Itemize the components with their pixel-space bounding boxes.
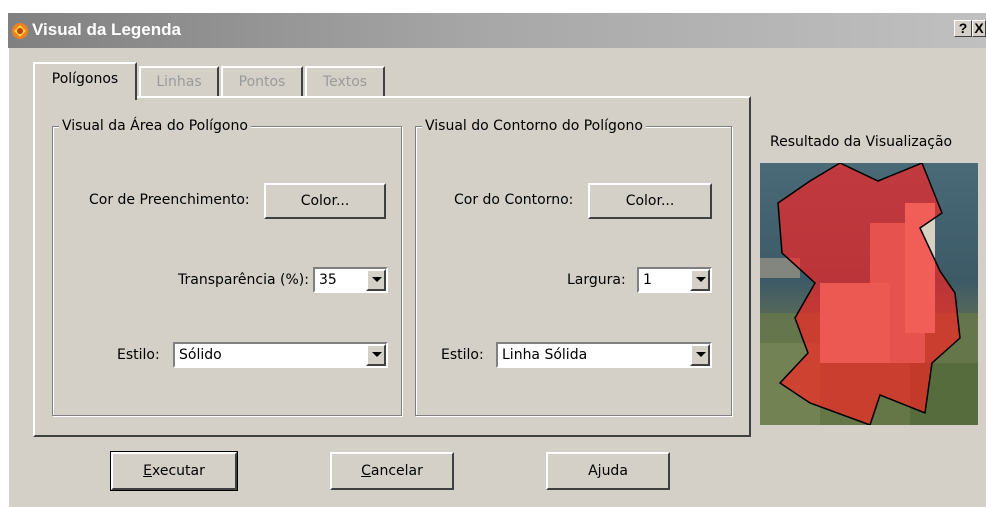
app-icon [12, 23, 28, 39]
transparency-select[interactable]: 35 [313, 267, 388, 293]
tab-pontos[interactable]: Pontos [221, 66, 303, 98]
area-group-title: Visual da Área do Polígono [59, 117, 251, 135]
width-label: Largura: [567, 272, 626, 288]
help-title-button[interactable]: ? [954, 20, 972, 37]
execute-button[interactable]: Executar [110, 451, 238, 491]
chevron-down-icon[interactable] [690, 269, 710, 291]
fill-color-label: Cor de Preenchimento: [89, 192, 250, 208]
outline-group-title: Visual do Contorno do Polígono [422, 117, 646, 135]
width-select[interactable]: 1 [637, 267, 712, 293]
title-bar[interactable]: Visual da Legenda [8, 13, 986, 48]
close-title-button[interactable]: X [972, 20, 986, 37]
preview-image [760, 163, 978, 425]
chevron-down-icon[interactable] [366, 269, 386, 291]
preview-label: Resultado da Visualização [770, 134, 953, 150]
chevron-down-icon[interactable] [366, 344, 386, 366]
width-value: 1 [643, 272, 652, 288]
tab-poligonos[interactable]: Polígonos [33, 62, 137, 100]
transparency-label: Transparência (%): [178, 272, 309, 288]
chevron-down-icon[interactable] [690, 344, 710, 366]
tab-label: Linhas [156, 74, 202, 90]
outline-style-select[interactable]: Linha Sólida [496, 342, 712, 368]
transparency-value: 35 [319, 272, 337, 288]
area-style-select[interactable]: Sólido [173, 342, 388, 368]
tab-label: Pontos [238, 74, 286, 90]
area-style-label: Estilo: [117, 347, 160, 363]
fill-color-button[interactable]: Color... [264, 183, 386, 219]
tab-label: Textos [322, 74, 368, 90]
help-button[interactable]: Ajuda [546, 452, 670, 490]
outline-style-label: Estilo: [441, 347, 484, 363]
window-title: Visual da Legenda [32, 20, 181, 39]
tab-textos[interactable]: Textos [305, 66, 385, 98]
cancel-button[interactable]: Cancelar [330, 452, 454, 490]
area-style-value: Sólido [179, 347, 222, 363]
outline-style-value: Linha Sólida [502, 347, 588, 363]
outline-color-button[interactable]: Color... [588, 183, 712, 219]
tab-label: Polígonos [51, 71, 119, 87]
tab-linhas[interactable]: Linhas [139, 66, 219, 98]
outline-color-label: Cor do Contorno: [454, 192, 574, 208]
